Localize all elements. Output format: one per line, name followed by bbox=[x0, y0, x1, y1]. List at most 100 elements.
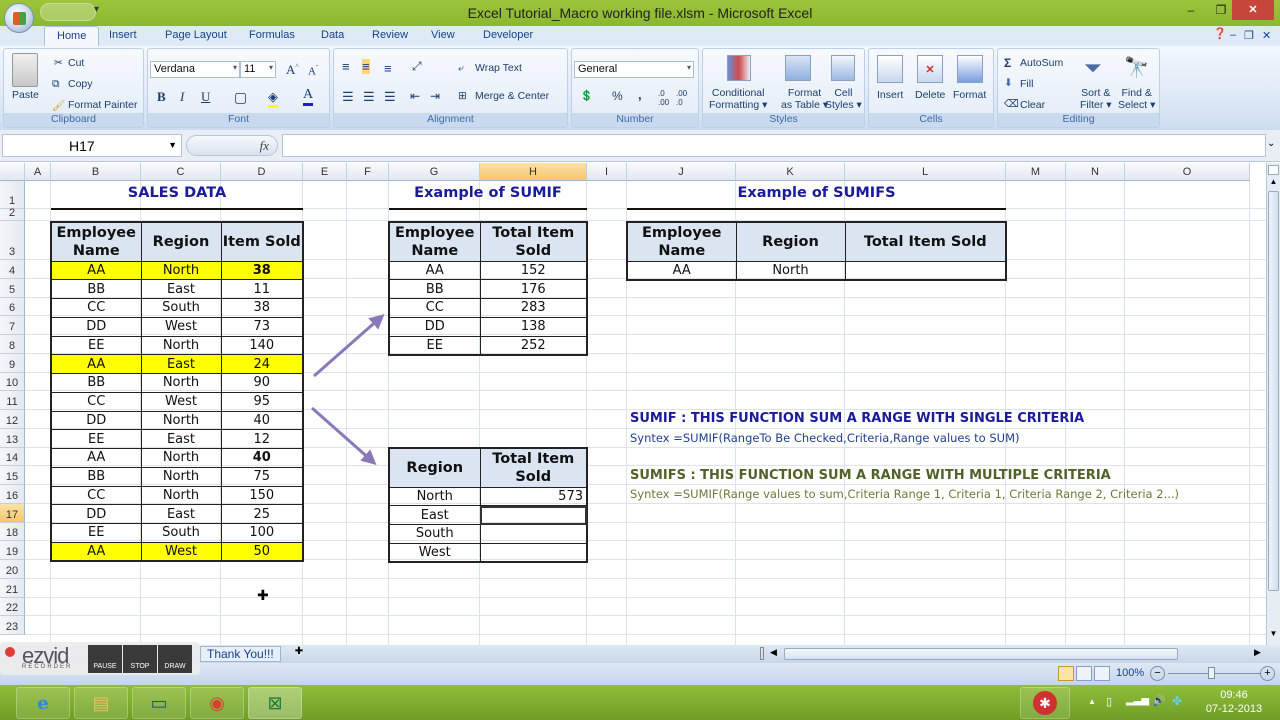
scroll-left-icon[interactable]: ◀ bbox=[770, 647, 777, 658]
cell-sold[interactable]: 75 bbox=[220, 466, 304, 487]
zoom-slider-thumb[interactable] bbox=[1208, 667, 1215, 679]
autosum-button[interactable]: AutoSum bbox=[1020, 57, 1063, 69]
cell-sold[interactable]: 73 bbox=[220, 316, 304, 337]
volume-icon[interactable]: 🔊 bbox=[1152, 694, 1166, 707]
close-button[interactable]: ✕ bbox=[1232, 0, 1274, 20]
tab-view[interactable]: View bbox=[431, 29, 455, 41]
find-select-icon[interactable]: 🔭 bbox=[1124, 55, 1149, 80]
orientation-icon[interactable]: ⤢ bbox=[412, 59, 422, 74]
row-header-21[interactable]: 21 bbox=[0, 579, 25, 598]
borders-icon[interactable]: ▢ bbox=[234, 89, 247, 106]
column-header-H[interactable]: H bbox=[480, 163, 587, 181]
column-header-I[interactable]: I bbox=[587, 163, 627, 181]
clock[interactable]: 09:46 07-12-2013 bbox=[1200, 688, 1268, 716]
cell-region[interactable]: North bbox=[735, 260, 846, 281]
cell-name[interactable]: EE bbox=[50, 335, 142, 356]
cell-region[interactable]: North bbox=[388, 486, 481, 507]
column-heading[interactable]: Employee Name bbox=[626, 221, 737, 262]
format-button[interactable]: Format bbox=[953, 89, 986, 101]
cell-sold[interactable]: 38 bbox=[220, 260, 304, 281]
cell-name[interactable]: BB bbox=[50, 279, 142, 299]
copy-icon[interactable]: ⧉ bbox=[52, 78, 60, 91]
page-layout-view-button[interactable] bbox=[1076, 666, 1092, 681]
paste-icon[interactable] bbox=[12, 53, 38, 87]
cell-sold[interactable]: 11 bbox=[220, 279, 304, 299]
delete-cells-icon[interactable]: ✕ bbox=[917, 55, 943, 83]
cell-region[interactable]: North bbox=[140, 466, 222, 487]
internet-explorer-icon[interactable]: e bbox=[16, 687, 70, 719]
column-header-N[interactable]: N bbox=[1066, 163, 1125, 181]
font-size-select[interactable]: 11 ▾ bbox=[240, 61, 276, 78]
network-icon[interactable]: ▂▃▅ bbox=[1126, 695, 1149, 706]
tab-developer[interactable]: Developer bbox=[483, 29, 533, 41]
row-header-6[interactable]: 6 bbox=[0, 298, 25, 316]
cell-name[interactable]: DD bbox=[50, 504, 142, 524]
sort-filter-button[interactable]: Sort & Filter ▾ bbox=[1080, 87, 1112, 111]
font-name-select[interactable]: Verdana ▾ bbox=[150, 61, 240, 78]
cell-region[interactable]: South bbox=[140, 298, 222, 318]
cell-total[interactable] bbox=[479, 524, 588, 544]
column-header-B[interactable]: B bbox=[51, 163, 141, 181]
cell-name[interactable]: CC bbox=[50, 391, 142, 412]
cell-total[interactable]: 252 bbox=[479, 335, 588, 356]
row-header-7[interactable]: 7 bbox=[0, 316, 25, 335]
cell-styles-button[interactable]: Cell Styles ▾ bbox=[825, 87, 862, 111]
row-header-8[interactable]: 8 bbox=[0, 335, 25, 354]
minimize-button[interactable]: – bbox=[1176, 0, 1206, 20]
column-header-M[interactable]: M bbox=[1006, 163, 1066, 181]
cell-sold[interactable]: 150 bbox=[220, 485, 304, 506]
italic-button[interactable]: I bbox=[180, 89, 184, 105]
select-all-button[interactable] bbox=[0, 163, 25, 181]
cell-region[interactable]: East bbox=[140, 354, 222, 374]
cell-sold[interactable]: 140 bbox=[220, 335, 304, 356]
shrink-font-icon[interactable]: Aˇ bbox=[308, 64, 318, 78]
row-header-3[interactable]: 3 bbox=[0, 221, 25, 260]
cell-name[interactable]: CC bbox=[50, 298, 142, 318]
fill-button[interactable]: Fill bbox=[1020, 78, 1033, 90]
scroll-down-icon[interactable]: ▼ bbox=[1268, 629, 1279, 641]
delete-button[interactable]: Delete bbox=[915, 89, 945, 101]
column-header-C[interactable]: C bbox=[141, 163, 221, 181]
cell-name[interactable]: AA bbox=[626, 260, 737, 281]
show-hidden-icons[interactable]: ▲ bbox=[1088, 697, 1096, 706]
cell-total[interactable] bbox=[479, 505, 588, 525]
cell-region[interactable]: East bbox=[388, 505, 481, 525]
battery-icon[interactable]: ▯ bbox=[1106, 695, 1112, 708]
format-as-table-icon[interactable] bbox=[785, 55, 811, 81]
increase-decimal-icon[interactable]: .0.00 bbox=[658, 89, 669, 107]
cell-region[interactable]: East bbox=[140, 279, 222, 299]
sort-filter-icon[interactable]: ⏷ bbox=[1084, 55, 1102, 81]
column-header-K[interactable]: K bbox=[736, 163, 845, 181]
cell-sold[interactable]: 100 bbox=[220, 523, 304, 543]
row-header-23[interactable]: 23 bbox=[0, 616, 25, 635]
conditional-formatting-icon[interactable] bbox=[727, 55, 751, 81]
scroll-right-icon[interactable]: ▶ bbox=[1254, 647, 1261, 658]
cell-total[interactable]: 283 bbox=[479, 298, 588, 318]
autosum-icon[interactable]: Σ bbox=[1004, 56, 1011, 70]
fill-icon[interactable]: ⬇ bbox=[1004, 77, 1013, 89]
wb-restore-button[interactable]: ❐ bbox=[1244, 29, 1254, 42]
chrome-icon[interactable]: ◉ bbox=[190, 687, 244, 719]
cell-total[interactable]: 152 bbox=[479, 260, 588, 281]
tab-review[interactable]: Review bbox=[372, 29, 408, 41]
cell-name[interactable]: AA bbox=[50, 448, 142, 468]
cell-region[interactable]: North bbox=[140, 448, 222, 468]
cell-total[interactable]: 138 bbox=[479, 316, 588, 337]
cell-region[interactable]: West bbox=[388, 542, 481, 563]
insert-button[interactable]: Insert bbox=[877, 89, 903, 101]
align-middle-icon[interactable]: ≡ bbox=[362, 59, 370, 74]
bold-button[interactable]: B bbox=[157, 89, 166, 105]
help-icon[interactable]: ❓ bbox=[1213, 27, 1227, 40]
column-heading[interactable]: Item Sold bbox=[220, 221, 304, 262]
cell-name[interactable]: BB bbox=[388, 279, 481, 299]
name-box[interactable]: H17 ▼ bbox=[2, 134, 182, 157]
decrease-decimal-icon[interactable]: .00.0 bbox=[676, 89, 687, 107]
worksheet-grid[interactable]: A B C D E F G H I J K L M N O 1 2 3 4 5 6 7 8 9 10 11 12 13 14 15 16 17… bbox=[0, 163, 1266, 645]
cell-name[interactable]: EE bbox=[50, 429, 142, 449]
cell-styles-icon[interactable] bbox=[831, 55, 855, 81]
cell-sold[interactable]: 40 bbox=[220, 410, 304, 431]
file-explorer-icon[interactable]: ▤ bbox=[74, 687, 128, 719]
insert-function-button[interactable]: fx bbox=[260, 138, 269, 154]
chevron-down-icon[interactable]: ▼ bbox=[168, 140, 177, 150]
cell-total[interactable] bbox=[844, 260, 1007, 281]
